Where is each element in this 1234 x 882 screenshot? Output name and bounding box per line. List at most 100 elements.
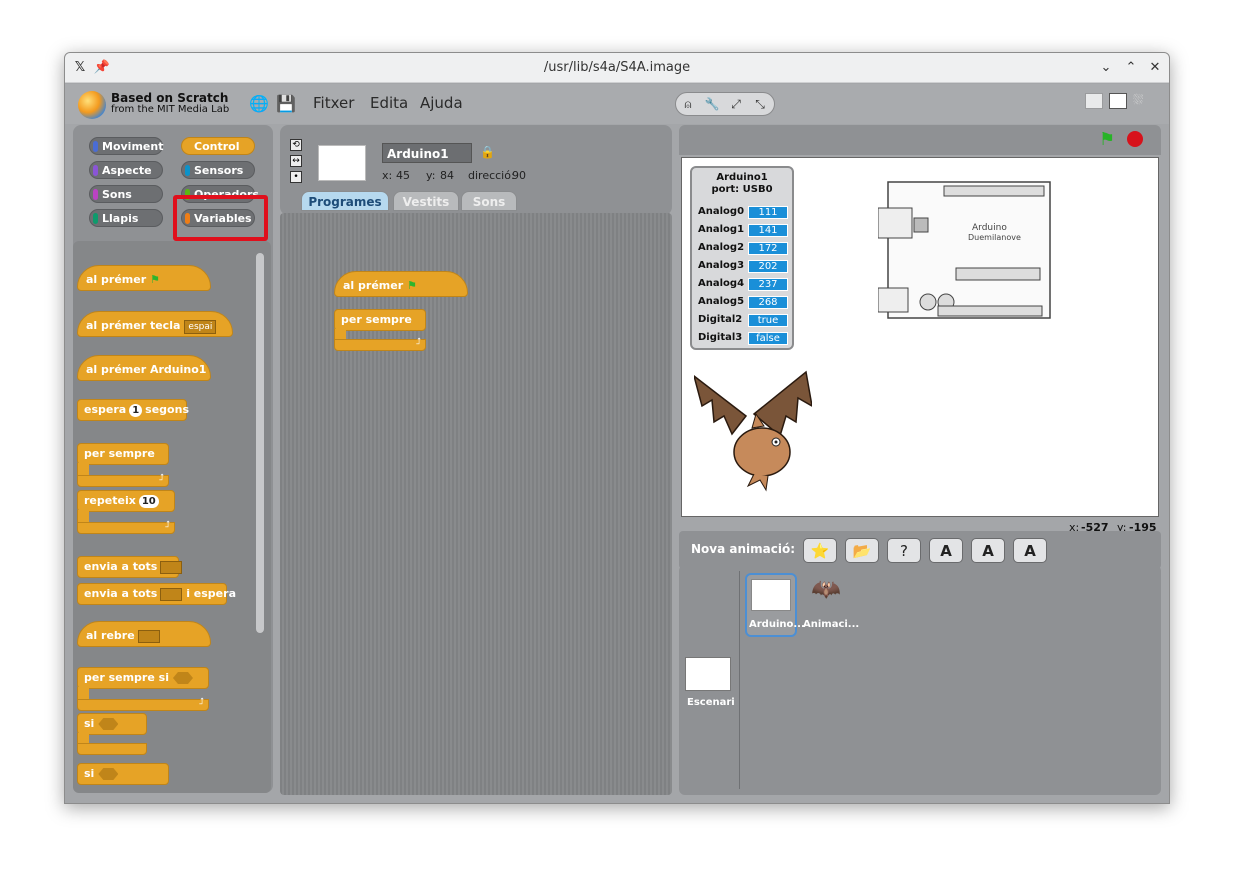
sprite-tile-arduino[interactable]: Arduino... bbox=[745, 573, 805, 637]
sprite-label: Animaci... bbox=[803, 619, 860, 630]
board-label: Arduino bbox=[972, 223, 1007, 233]
block-label: al rebre bbox=[86, 629, 135, 642]
block-when-receive[interactable]: al rebre bbox=[77, 621, 211, 647]
bat-thumbnail-icon: 🦇 bbox=[811, 575, 841, 603]
tab-costumes[interactable]: Vestits bbox=[393, 191, 459, 211]
board-paint-icon: A bbox=[982, 542, 994, 560]
new-arduino-paint-button[interactable]: A bbox=[971, 538, 1005, 563]
choose-sprite-file-button[interactable]: 📂 bbox=[845, 538, 879, 563]
sprite-thumbnail bbox=[318, 145, 366, 181]
globe-icon[interactable]: 🌐 bbox=[249, 94, 269, 113]
sprite-list-divider bbox=[739, 571, 740, 789]
layout-small-stage-icon[interactable] bbox=[1085, 93, 1103, 109]
block-repeat[interactable]: repeteix 10 bbox=[77, 490, 175, 512]
palette-scrollbar[interactable] bbox=[256, 253, 264, 633]
block-broadcast[interactable]: envia a tots bbox=[77, 556, 183, 578]
block-broadcast-and-wait[interactable]: envia a tots i espera bbox=[77, 583, 236, 605]
sensor-value: 268 bbox=[748, 296, 788, 309]
block-when-flag[interactable]: al prémer ⚑ bbox=[77, 265, 211, 291]
category-color-swatch bbox=[185, 141, 190, 152]
block-label: si bbox=[84, 717, 95, 730]
scripts-area[interactable]: al prémer ⚑ per sempre ⮥ bbox=[280, 213, 672, 795]
forever-bottom: ⮥ bbox=[77, 473, 169, 487]
loop-arrow-icon: ⮥ bbox=[164, 520, 170, 530]
category-label: Sons bbox=[102, 188, 132, 201]
new-arduino-board-button[interactable]: A bbox=[929, 538, 963, 563]
arduino-sensor-board[interactable]: Arduino1 port: USB0 Analog0 111 Analog1 … bbox=[690, 166, 794, 350]
shrink-icon[interactable]: ⤡ bbox=[748, 93, 772, 115]
scratch-logo: Based on Scratch from the MIT Media Lab bbox=[78, 91, 238, 119]
sprite-name-field[interactable]: Arduino1 bbox=[382, 143, 472, 163]
wrench-icon[interactable]: 🔧 bbox=[700, 93, 724, 115]
stamp-icon[interactable]: ⍝ bbox=[676, 93, 700, 115]
close-button[interactable]: ✕ bbox=[1146, 59, 1164, 77]
block-wait[interactable]: espera 1 segons bbox=[77, 399, 189, 421]
bat-sprite[interactable] bbox=[694, 370, 812, 494]
category-control[interactable]: Control bbox=[181, 137, 255, 155]
category-sensing[interactable]: Sensors bbox=[181, 161, 255, 179]
arduino-board-sprite[interactable]: Arduino Duemilanove bbox=[878, 178, 1056, 326]
loop-arrow-icon: ⮥ bbox=[198, 697, 204, 707]
block-when-sprite-clicked[interactable]: al prémer Arduino1 bbox=[77, 355, 211, 381]
condition-slot[interactable] bbox=[98, 718, 119, 730]
condition-slot[interactable] bbox=[98, 768, 119, 780]
random-sprite-button[interactable]: ? bbox=[887, 538, 921, 563]
tab-sounds[interactable]: Sons bbox=[461, 191, 517, 211]
save-icon[interactable]: 💾 bbox=[276, 94, 296, 113]
broadcast-dropdown[interactable] bbox=[160, 560, 183, 574]
block-if[interactable]: si bbox=[77, 713, 147, 735]
condition-slot[interactable] bbox=[172, 672, 193, 684]
script-forever[interactable]: per sempre bbox=[334, 309, 426, 331]
tab-scripts[interactable]: Programes bbox=[301, 191, 389, 211]
rotate-any-icon[interactable]: ⟲ bbox=[290, 139, 302, 151]
category-color-swatch bbox=[93, 141, 98, 152]
presentation-mode-icon[interactable]: ⛆ bbox=[1133, 93, 1151, 109]
minimize-button[interactable]: ⌄ bbox=[1097, 59, 1115, 77]
stage[interactable]: Arduino1 port: USB0 Analog0 111 Analog1 … bbox=[681, 157, 1159, 517]
loop-arrow-icon: ⮥ bbox=[415, 337, 421, 347]
logo-ball-icon bbox=[78, 91, 106, 119]
menu-file[interactable]: Fitxer bbox=[313, 94, 354, 112]
new-arduino-file-button[interactable]: A bbox=[1013, 538, 1047, 563]
loop-arrow-icon: ⮥ bbox=[158, 473, 164, 483]
green-flag-icon: ⚑ bbox=[149, 273, 160, 286]
repeat-count-input[interactable]: 10 bbox=[138, 495, 159, 508]
stop-button[interactable] bbox=[1127, 131, 1143, 147]
script-when-flag[interactable]: al prémer ⚑ bbox=[334, 271, 468, 297]
block-if-else[interactable]: si bbox=[77, 763, 169, 785]
menubar: Based on Scratch from the MIT Media Lab … bbox=[65, 84, 1169, 124]
category-looks[interactable]: Aspecte bbox=[89, 161, 163, 179]
broadcast-wait-dropdown[interactable] bbox=[160, 587, 183, 601]
forever-if-bottom: ⮥ bbox=[77, 697, 209, 711]
no-rotate-icon[interactable]: • bbox=[290, 171, 302, 183]
sprite-y-label: y: bbox=[426, 169, 436, 182]
menu-edit[interactable]: Edita bbox=[370, 94, 408, 112]
lock-icon[interactable]: 🔒 bbox=[480, 145, 495, 159]
sprite-direction-label: direcció: bbox=[468, 169, 515, 182]
block-forever[interactable]: per sempre bbox=[77, 443, 169, 465]
maximize-button[interactable]: ⌃ bbox=[1122, 59, 1140, 77]
logo-title: Based on Scratch bbox=[111, 91, 229, 105]
paint-star-icon: ⭐ bbox=[810, 542, 830, 560]
flip-left-right-icon[interactable]: ↔ bbox=[290, 155, 302, 167]
block-label: envia a tots bbox=[84, 587, 158, 600]
sensor-label: Analog0 bbox=[698, 206, 745, 217]
sprite-tile-bat[interactable]: 🦇 Animaci... bbox=[803, 573, 859, 637]
grow-icon[interactable]: ⤢ bbox=[724, 93, 748, 115]
stage-thumbnail[interactable] bbox=[685, 657, 731, 691]
paint-new-sprite-button[interactable]: ⭐ bbox=[803, 538, 837, 563]
menu-help[interactable]: Ajuda bbox=[420, 94, 463, 112]
sensor-label: Analog4 bbox=[698, 278, 745, 289]
block-when-key[interactable]: al prémer tecla espai bbox=[77, 311, 233, 337]
key-dropdown[interactable]: espai bbox=[184, 320, 217, 334]
category-motion[interactable]: Moviment bbox=[89, 137, 163, 155]
wait-seconds-input[interactable]: 1 bbox=[129, 404, 143, 417]
green-flag-icon: ⚑ bbox=[406, 279, 417, 292]
category-sound[interactable]: Sons bbox=[89, 185, 163, 203]
block-label: segons bbox=[145, 403, 189, 416]
green-flag-button[interactable]: ⚑ bbox=[1099, 129, 1115, 150]
layout-normal-stage-icon[interactable] bbox=[1109, 93, 1127, 109]
block-forever-if[interactable]: per sempre si bbox=[77, 667, 209, 689]
category-pen[interactable]: Llapis bbox=[89, 209, 163, 227]
receive-dropdown[interactable] bbox=[137, 629, 160, 643]
